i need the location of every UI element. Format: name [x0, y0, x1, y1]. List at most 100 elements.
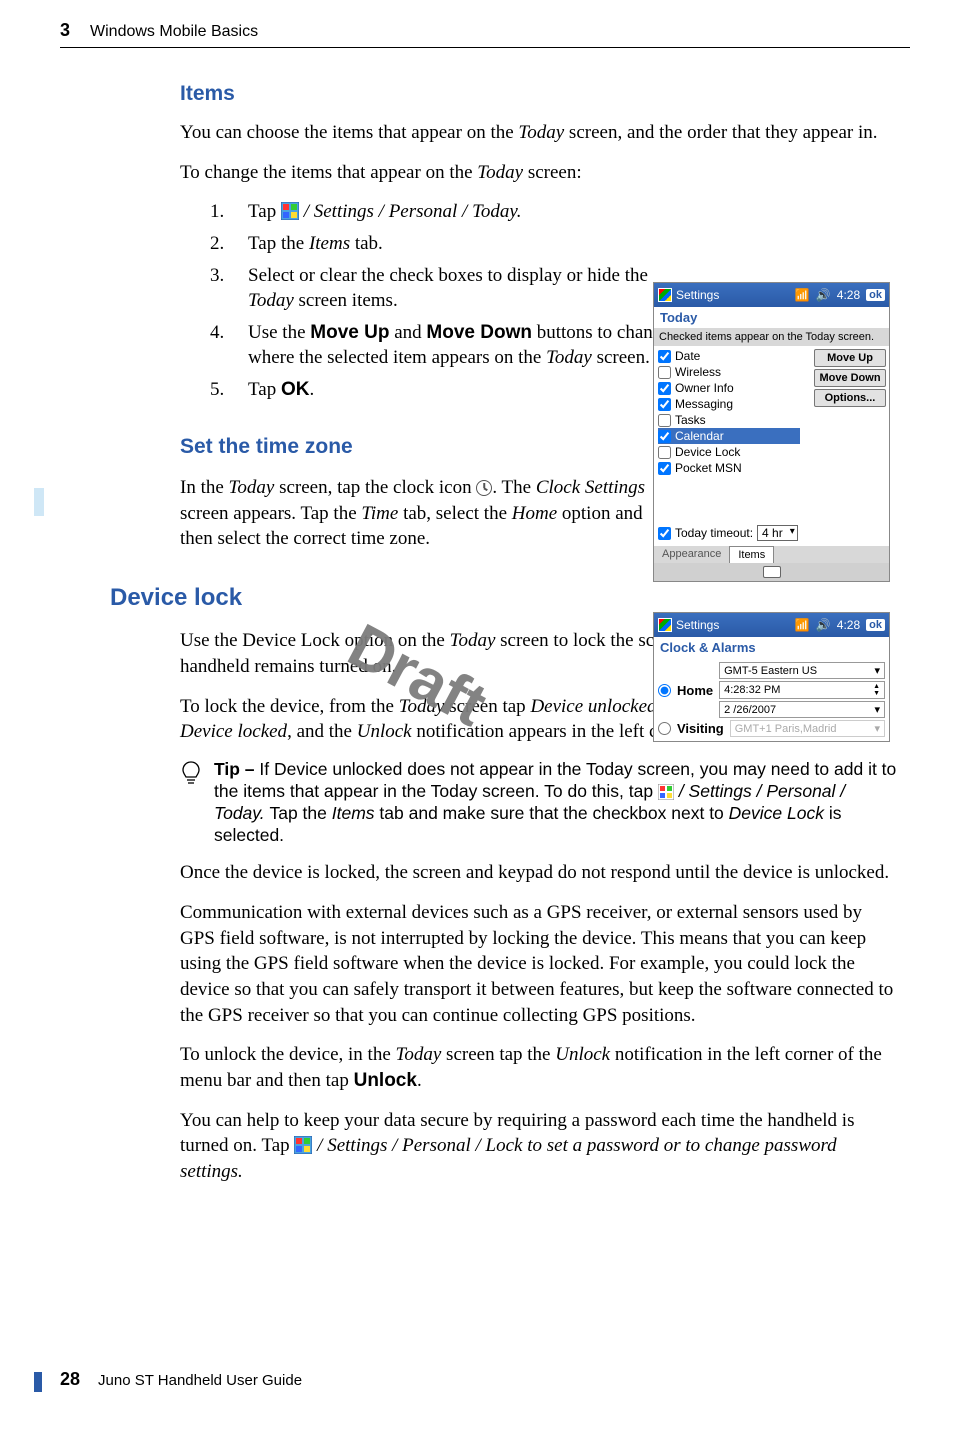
- item-label: Calendar: [675, 429, 724, 443]
- signal-icon: 📶: [795, 618, 810, 632]
- instruction-band: Checked items appear on the Today screen…: [654, 328, 889, 346]
- clock-text: 4:28: [837, 288, 860, 302]
- timeout-checkbox[interactable]: [658, 527, 671, 540]
- step-5: 5. Tap OK.: [210, 377, 690, 403]
- text-italic: Home: [512, 503, 557, 524]
- options-button[interactable]: Options...: [814, 389, 886, 407]
- text: .: [309, 379, 314, 400]
- text: Tap: [248, 379, 281, 400]
- text: Use the Device Lock option on the: [180, 630, 450, 651]
- list-item[interactable]: Date: [658, 348, 800, 364]
- move-up-label: Move Up: [310, 322, 389, 343]
- window-title: Settings: [676, 288, 719, 302]
- move-up-button[interactable]: Move Up: [814, 349, 886, 367]
- header-rule: [60, 47, 910, 48]
- device-lock-para-5: To unlock the device, in the Today scree…: [180, 1042, 900, 1093]
- item-checkbox[interactable]: [658, 430, 671, 443]
- text-italic: Unlock: [555, 1044, 610, 1065]
- text: screen, tap the clock icon: [274, 477, 476, 498]
- text: You can choose the items that appear on …: [180, 122, 518, 143]
- keyboard-icon[interactable]: [763, 566, 781, 578]
- items-lead-para: To change the items that appear on the T…: [180, 160, 900, 186]
- start-icon: [281, 202, 299, 220]
- text-italic: Items: [309, 233, 350, 254]
- text-italic: Time: [361, 503, 398, 524]
- chevron-down-icon: ▾: [874, 664, 880, 677]
- screenshot-clock-alarms: Settings 📶🔊4:28ok Clock & Alarms Home GM…: [653, 612, 890, 742]
- text: screen tap the: [441, 1044, 555, 1065]
- start-flag-icon: [658, 618, 672, 632]
- tz2-value: GMT+1 Paris,Madrid: [735, 723, 837, 735]
- screen-subhead: Clock & Alarms: [654, 637, 889, 658]
- visiting-radio[interactable]: [658, 722, 671, 735]
- text: In the: [180, 477, 229, 498]
- start-flag-icon: [658, 288, 672, 302]
- timezone-para: In the Today screen, tap the clock icon …: [180, 475, 660, 552]
- text: Tap the: [248, 233, 309, 254]
- bottom-bar: [654, 563, 889, 581]
- lightbulb-icon: [180, 759, 202, 847]
- item-checkbox[interactable]: [658, 414, 671, 427]
- item-label: Owner Info: [675, 381, 734, 395]
- unlock-label: Unlock: [354, 1070, 417, 1091]
- list-item[interactable]: Device Lock: [658, 444, 800, 460]
- volume-icon: 🔊: [816, 288, 831, 302]
- text: tab.: [350, 233, 383, 254]
- start-icon: [658, 784, 674, 800]
- time-value: 4:28:32 PM: [724, 684, 780, 696]
- chapter-title: Windows Mobile Basics: [90, 23, 258, 41]
- move-down-label: Move Down: [426, 322, 532, 343]
- item-label: Messaging: [675, 397, 733, 411]
- item-label: Tasks: [675, 413, 706, 427]
- text-italic: Clock Settings: [536, 477, 645, 498]
- text: .: [417, 1070, 422, 1091]
- item-checkbox[interactable]: [658, 462, 671, 475]
- text-italic: Device locked: [180, 721, 287, 742]
- text: tab and make sure that the checkbox next…: [375, 803, 729, 823]
- clock-text: 4:28: [837, 618, 860, 632]
- ok-label: OK: [281, 379, 310, 400]
- home-radio[interactable]: [658, 684, 671, 697]
- tz-value: GMT-5 Eastern US: [724, 665, 817, 677]
- item-checkbox[interactable]: [658, 382, 671, 395]
- tabs-row: Appearance Items: [654, 546, 889, 563]
- timezone-dropdown[interactable]: GMT-5 Eastern US ▾: [719, 662, 885, 679]
- date-field[interactable]: 2 /26/2007▾: [719, 701, 885, 718]
- tab-appearance[interactable]: Appearance: [654, 546, 729, 563]
- page-number: 28: [60, 1369, 80, 1390]
- spinner-icon[interactable]: ▲▼: [873, 683, 880, 697]
- time-field[interactable]: 4:28:32 PM ▲▼: [719, 681, 885, 699]
- item-checkbox[interactable]: [658, 446, 671, 459]
- text-italic: Today: [229, 477, 275, 498]
- heading-items: Items: [180, 82, 900, 106]
- text: To change the items that appear on the: [180, 162, 477, 183]
- chevron-down-icon: ▾: [874, 722, 880, 735]
- screen-subhead: Today: [654, 307, 889, 328]
- ok-button[interactable]: ok: [866, 619, 885, 631]
- step-2: 2. Tap the Items tab.: [210, 231, 690, 257]
- list-item[interactable]: Owner Info: [658, 380, 800, 396]
- text: tab, select the: [398, 503, 511, 524]
- start-icon: [294, 1136, 312, 1154]
- visiting-label: Visiting: [677, 721, 724, 736]
- item-checkbox[interactable]: [658, 350, 671, 363]
- ok-button[interactable]: ok: [866, 289, 885, 301]
- text-italic: Today: [399, 696, 445, 717]
- text: screen:: [523, 162, 582, 183]
- item-checkbox[interactable]: [658, 366, 671, 379]
- date-value: 2 /26/2007: [724, 704, 776, 716]
- list-item[interactable]: Calendar: [658, 428, 800, 444]
- list-item[interactable]: Pocket MSN: [658, 460, 800, 476]
- item-checkbox[interactable]: [658, 398, 671, 411]
- list-item[interactable]: Messaging: [658, 396, 800, 412]
- step-3: 3. Select or clear the check boxes to di…: [210, 263, 690, 314]
- list-item[interactable]: Wireless: [658, 364, 800, 380]
- text: . The: [492, 477, 535, 498]
- list-item[interactable]: Tasks: [658, 412, 800, 428]
- visiting-tz-dropdown[interactable]: GMT+1 Paris,Madrid ▾: [730, 720, 885, 737]
- tab-items[interactable]: Items: [729, 546, 774, 563]
- text-italic: Device unlocked: [530, 696, 656, 717]
- move-down-button[interactable]: Move Down: [814, 369, 886, 387]
- step-number: 4.: [210, 320, 232, 371]
- timeout-dropdown[interactable]: 4 hr: [757, 525, 798, 541]
